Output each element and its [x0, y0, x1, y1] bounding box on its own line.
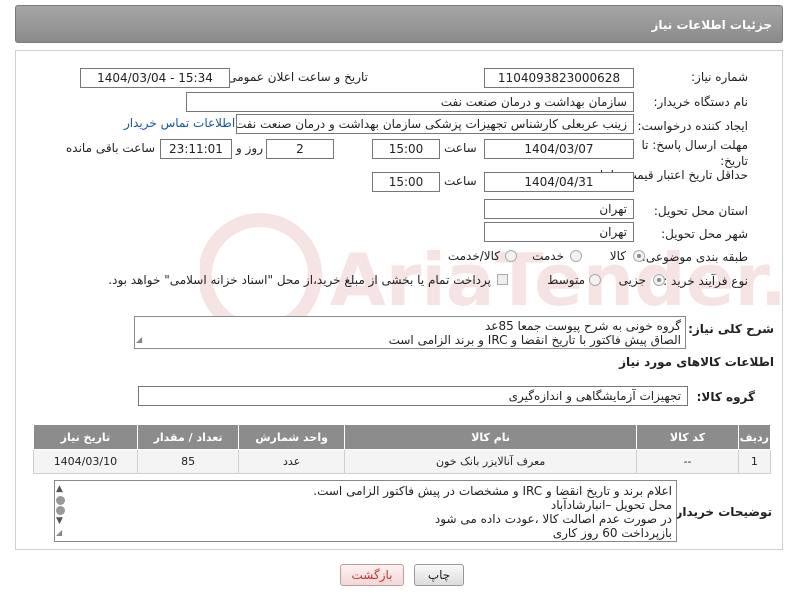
buyer-note-line-4: بازپرداخت 60 روز کاری: [552, 526, 672, 540]
creator-label: ایجاد کننده درخواست:: [637, 119, 748, 133]
items-table: ردیف کد کالا نام کالا واحد شمارش تعداد /…: [33, 424, 772, 474]
buyer-note-line-3: در صورت عدم اصالت کالا ،عودت داده می شود: [434, 512, 672, 526]
process-radio-minor[interactable]: [653, 274, 665, 286]
province-field: تهران: [484, 199, 634, 219]
item-need-date: 1404/03/10: [33, 449, 138, 474]
goods-section-title: اطلاعات کالاهای مورد نیاز: [619, 355, 774, 369]
announce-field: 1404/03/04 - 15:34: [80, 68, 230, 88]
price-validity-time-field: 15:00: [372, 172, 440, 192]
scroll-thumb-2[interactable]: [56, 506, 65, 515]
notes-scrollbar[interactable]: ▲ ▼: [56, 484, 66, 540]
description-line-1: گروه خونی به شرح پیوست جمعا 85عد: [484, 319, 681, 333]
category-option-goods: کالا: [609, 249, 626, 263]
scroll-up-icon[interactable]: ▲: [56, 484, 66, 495]
buyer-notes-label: توضیحات خریدار:: [670, 505, 772, 519]
payment-note: پرداخت تمام یا بخشی از مبلغ خرید،از محل …: [108, 273, 491, 287]
deadline-date-field: 1404/03/07: [484, 139, 634, 159]
deadline-label: مهلت ارسال پاسخ: تا تاریخ:: [641, 138, 748, 168]
resize-grip-icon[interactable]: ◢: [136, 333, 142, 347]
process-option-minor: جزیی: [618, 273, 646, 287]
announce-label: تاریخ و ساعت اعلان عمومی:: [223, 70, 368, 84]
item-name: معرف آنالایزر بانک خون: [343, 449, 638, 474]
buyer-note-line-2: محل تحویل –انبارشادآباد: [550, 498, 672, 512]
description-label: شرح کلی نیاز:: [688, 322, 774, 336]
print-button[interactable]: چاپ: [414, 564, 464, 586]
city-field: تهران: [484, 222, 634, 242]
treasury-payment-checkbox[interactable]: [497, 274, 508, 285]
process-option-medium: متوسط: [547, 273, 585, 287]
need-number-field: 1104093823000628: [484, 68, 634, 88]
col-unit-header: واحد شمارش: [238, 424, 345, 450]
category-radio-goods[interactable]: [633, 250, 645, 262]
category-radio-service[interactable]: [570, 250, 582, 262]
col-qty-header: تعداد / مقدار: [136, 424, 240, 450]
buyer-contact-link[interactable]: اطلاعات تماس خریدار: [124, 116, 235, 130]
days-label: روز و: [236, 141, 263, 155]
category-radio-goods-service[interactable]: [505, 250, 517, 262]
deadline-time-field: 15:00: [372, 139, 440, 159]
process-radio-medium[interactable]: [589, 274, 601, 286]
item-unit: عدد: [238, 449, 345, 474]
city-label: شهر محل تحویل:: [661, 227, 748, 241]
creator-field: زینب عربعلی کارشناس تجهیزات پزشکی سازمان…: [236, 114, 634, 134]
remaining-time-field: 23:11:01: [160, 139, 232, 159]
col-code-header: کد کالا: [636, 424, 739, 450]
buyer-note-line-1: اعلام برند و تاریخ انقضا و IRC و مشخصات …: [313, 484, 672, 498]
col-date-header: تاریخ نیاز: [33, 424, 138, 450]
goods-group-label: گروه کالا:: [696, 390, 755, 404]
col-row-header: ردیف: [737, 424, 772, 450]
remaining-label: ساعت باقی مانده: [66, 141, 156, 155]
price-validity-time-label: ساعت: [444, 174, 477, 188]
category-option-goods-service: کالا/خدمت: [447, 249, 500, 263]
row-number: 1: [737, 449, 772, 474]
need-number-label: شماره نیاز:: [691, 70, 748, 84]
page-header: جزئیات اطلاعات نیاز: [15, 5, 783, 43]
category-option-service: خدمت: [532, 249, 564, 263]
col-name-header: نام کالا: [343, 424, 638, 450]
deadline-time-label: ساعت: [444, 141, 477, 155]
buyer-org-label: نام دستگاه خریدار:: [653, 95, 749, 109]
category-label: طبقه بندی موضوعی:: [641, 250, 748, 264]
item-code: --: [636, 449, 739, 474]
items-table-header: ردیف کد کالا نام کالا واحد شمارش تعداد /…: [33, 424, 772, 450]
scroll-down-icon[interactable]: ▼: [56, 516, 66, 527]
description-line-2: الصاق پیش فاکتور با تاریخ انقضا و IRC و …: [388, 333, 681, 347]
back-button[interactable]: بازگشت: [340, 564, 404, 586]
buyer-org-field: سازمان بهداشت و درمان صنعت نفت: [186, 92, 634, 112]
days-field: 2: [266, 139, 334, 159]
description-textarea[interactable]: گروه خونی به شرح پیوست جمعا 85عد الصاق پ…: [134, 316, 686, 349]
page-title: جزئیات اطلاعات نیاز: [651, 18, 772, 32]
item-quantity: 85: [136, 449, 240, 474]
goods-group-field: تجهیزات آزمایشگاهی و اندازه‌گیری: [138, 386, 688, 406]
table-row[interactable]: 1 -- معرف آنالایزر بانک خون عدد 85 1404/…: [33, 449, 772, 474]
process-label: نوع فرآیند خرید :: [663, 274, 748, 288]
buyer-notes-textarea[interactable]: اعلام برند و تاریخ انقضا و IRC و مشخصات …: [54, 480, 677, 542]
price-validity-date-field: 1404/04/31: [484, 172, 634, 192]
province-label: استان محل تحویل:: [653, 204, 748, 218]
scroll-thumb[interactable]: [56, 496, 65, 505]
